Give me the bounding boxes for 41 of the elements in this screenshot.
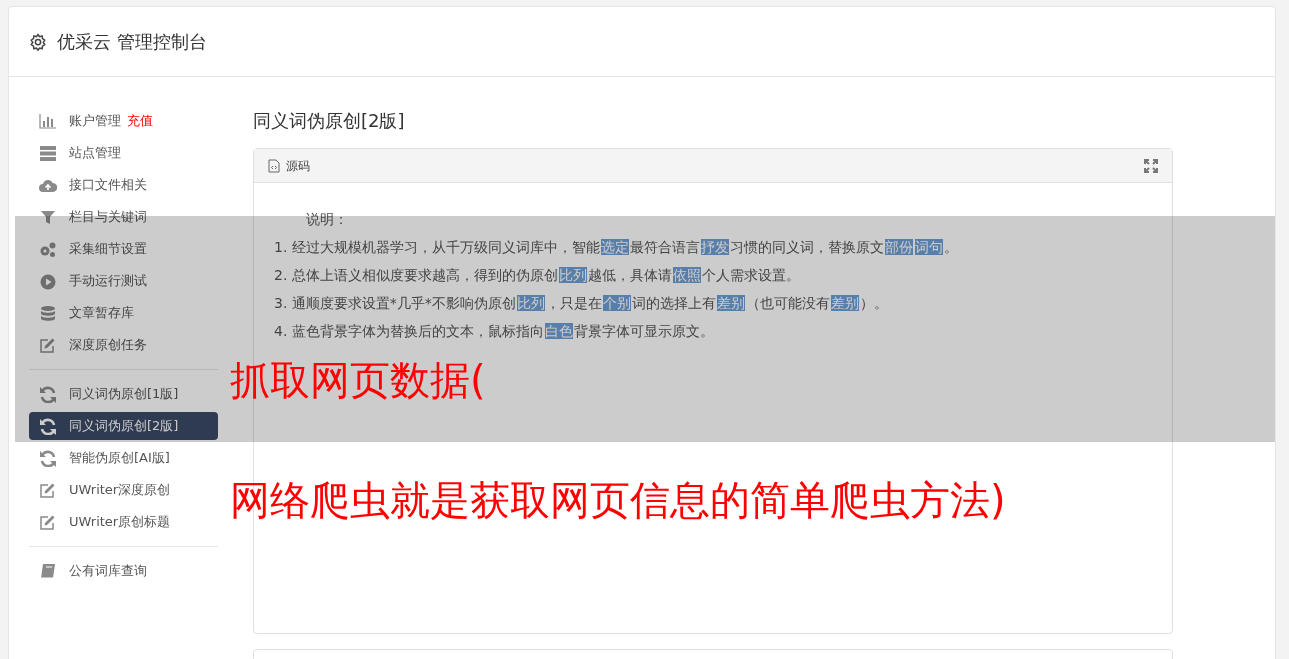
edit-icon: [39, 481, 57, 499]
sidebar-item[interactable]: 文章暂存库: [29, 299, 218, 327]
overlay-caption: 抓取网页数据(: [230, 356, 486, 405]
instruction-line: 1. 经过大规模机器学习，从千万级同义词库中，智能选定最符合语言抒发习惯的同义词，替换原文部份词句。: [274, 238, 959, 257]
sidebar-item[interactable]: 账户管理 充值: [29, 107, 218, 135]
panel-title: 源码: [286, 157, 310, 175]
book-icon: [39, 562, 57, 580]
sidebar-item[interactable]: 栏目与关键词: [29, 203, 218, 231]
filter-icon: [39, 208, 57, 226]
page-title: 同义词伪原创[2版]: [253, 109, 406, 133]
console-title: 优采云 管理控制台: [57, 30, 207, 54]
code-file-icon: [268, 158, 280, 173]
refresh-icon: [39, 449, 57, 467]
sidebar-item[interactable]: 同义词伪原创[1版]: [29, 380, 218, 408]
sidebar-item[interactable]: 采集细节设置: [29, 235, 218, 263]
gears-icon: [39, 240, 57, 258]
bar-chart-icon: [39, 112, 57, 130]
sidebar-item[interactable]: 同义词伪原创[2版]: [29, 412, 218, 440]
refresh-icon: [39, 417, 57, 435]
edit-icon: [39, 513, 57, 531]
sidebar-item[interactable]: 手动运行测试: [29, 267, 218, 295]
sidebar-item[interactable]: 站点管理: [29, 139, 218, 167]
fullscreen-icon[interactable]: [1144, 158, 1158, 173]
sidebar-item[interactable]: 智能伪原创[AI版]: [29, 444, 218, 472]
instructions-heading: 说明：: [305, 210, 349, 229]
settings-icon: [29, 32, 47, 51]
edit-icon: [39, 336, 57, 354]
sidebar-item[interactable]: 接口文件相关: [29, 171, 218, 199]
instruction-line: 2. 总体上语义相似度要求越高，得到的伪原创 比列越低，具体请依照个人需求设置。: [274, 266, 801, 285]
sidebar-item[interactable]: UWriter深度原创: [29, 476, 218, 504]
overlay-caption: 网络爬虫就是获取网页信息的简单爬虫方法): [230, 476, 1006, 525]
sidebar-item[interactable]: 公有词库查询: [29, 557, 218, 585]
play-icon: [39, 272, 57, 290]
refresh-icon: [39, 385, 57, 403]
database-icon: [39, 304, 57, 322]
sidebar-item[interactable]: UWriter原创标题: [29, 508, 218, 536]
recharge-link[interactable]: 充值: [127, 111, 153, 131]
server-icon: [39, 144, 57, 162]
instruction-line: 4. 蓝色背景字体为替换后的文本，鼠标指向 白色背景字体可显示原文。: [274, 322, 715, 341]
instruction-line: 3. 通顺度要求设置*几乎*不影响伪原创 比列，只是在个别词的选择上有差别（也可能没有差别）。: [274, 294, 889, 313]
sidebar-item[interactable]: 深度原创任务: [29, 331, 218, 359]
